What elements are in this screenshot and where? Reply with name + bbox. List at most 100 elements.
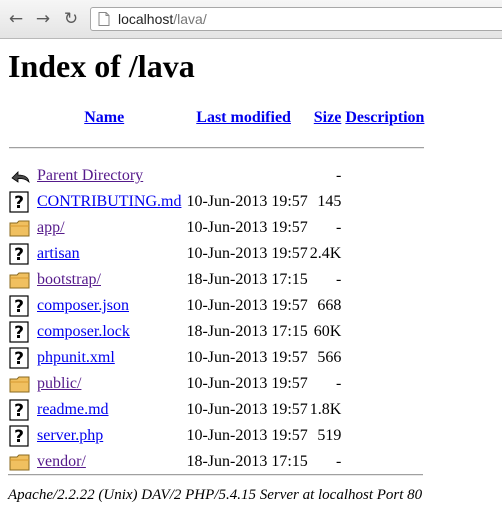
directory-listing: Name Last modified Size Description Pare… <box>8 103 425 475</box>
last-modified-cell: 18-Jun-2013 17:15 <box>186 271 308 288</box>
table-row: ? CONTRIBUTING.md 10-Jun-2013 19:57 145 <box>8 189 425 215</box>
reload-icon[interactable]: ↻ <box>61 9 81 29</box>
file-unknown-icon: ? <box>9 347 29 369</box>
folder-icon <box>9 376 30 393</box>
page-icon <box>98 12 110 26</box>
svg-text:?: ? <box>14 297 24 317</box>
header-row: Name Last modified Size Description <box>8 103 425 133</box>
description-cell <box>342 293 425 319</box>
last-modified-cell: 18-Jun-2013 17:15 <box>186 323 308 340</box>
browser-toolbar: ← → ↻ localhost/lava/ <box>0 0 502 39</box>
table-row: ? composer.lock 18-Jun-2013 17:15 60K <box>8 319 425 345</box>
size-cell: 519 <box>317 427 342 444</box>
description-cell <box>342 371 425 397</box>
file-link[interactable]: bootstrap/ <box>37 271 101 288</box>
folder-icon <box>9 272 30 289</box>
table-row: bootstrap/18-Jun-2013 17:15 - <box>8 267 425 293</box>
file-unknown-icon: ? <box>9 425 29 447</box>
size-cell: 145 <box>317 193 342 210</box>
description-cell <box>342 215 425 241</box>
table-row: ? phpunit.xml 10-Jun-2013 19:57 566 <box>8 345 425 371</box>
file-unknown-icon: ? <box>9 243 29 265</box>
url-path: /lava/ <box>173 11 207 27</box>
blank-icon-header <box>8 103 36 133</box>
description-header: Description <box>342 103 425 133</box>
size-cell: - <box>336 375 342 392</box>
file-link[interactable]: composer.lock <box>37 323 130 340</box>
size-cell: 60K <box>313 323 342 340</box>
footer-divider <box>8 474 423 476</box>
last-modified-cell: 10-Jun-2013 19:57 <box>186 245 308 262</box>
last-modified-header: Last modified <box>185 103 308 133</box>
last-modified-cell: 10-Jun-2013 19:57 <box>186 427 308 444</box>
last-modified-cell: 18-Jun-2013 17:15 <box>186 453 308 470</box>
back-arrow-icon[interactable]: ← <box>6 9 26 29</box>
svg-text:?: ? <box>14 349 24 369</box>
last-modified-sort-link[interactable]: Last modified <box>196 109 291 126</box>
name-sort-link[interactable]: Name <box>84 109 124 126</box>
file-unknown-icon: ? <box>9 295 29 317</box>
table-row: ? composer.json 10-Jun-2013 19:57 668 <box>8 293 425 319</box>
file-link[interactable]: public/ <box>37 375 81 392</box>
file-unknown-icon: ? <box>9 191 29 213</box>
svg-text:?: ? <box>14 323 24 343</box>
last-modified-cell: 10-Jun-2013 19:57 <box>186 193 308 210</box>
size-cell: 1.8K <box>309 401 342 418</box>
file-link[interactable]: app/ <box>37 219 65 236</box>
size-sort-link[interactable]: Size <box>314 109 342 126</box>
file-link[interactable]: vendor/ <box>37 453 86 470</box>
description-cell <box>342 345 425 371</box>
size-header: Size <box>309 103 343 133</box>
size-cell: - <box>336 219 342 236</box>
address-bar[interactable]: localhost/lava/ <box>90 7 502 31</box>
back-curved-arrow-icon <box>11 171 30 184</box>
file-link[interactable]: phpunit.xml <box>37 349 115 366</box>
description-cell <box>342 397 425 423</box>
description-cell <box>342 241 425 267</box>
table-row: ? artisan 10-Jun-2013 19:57 2.4K <box>8 241 425 267</box>
description-sort-link[interactable]: Description <box>345 109 424 126</box>
name-header: Name <box>36 103 185 133</box>
url-host: localhost <box>118 11 174 27</box>
folder-icon <box>9 454 30 471</box>
table-row: public/10-Jun-2013 19:57 - <box>8 371 425 397</box>
size-cell: 2.4K <box>309 245 342 262</box>
size-cell: 566 <box>317 349 342 366</box>
file-unknown-icon: ? <box>9 399 29 421</box>
last-modified-cell: 10-Jun-2013 19:57 <box>186 297 308 314</box>
parent-directory-link[interactable]: Parent Directory <box>37 167 143 184</box>
svg-text:?: ? <box>14 245 24 265</box>
svg-text:?: ? <box>14 193 24 213</box>
size-cell: - <box>336 271 342 288</box>
size-cell: - <box>336 167 342 184</box>
file-unknown-icon: ? <box>9 321 29 343</box>
folder-icon <box>9 220 30 237</box>
file-link[interactable]: composer.json <box>37 297 129 314</box>
description-cell <box>342 189 425 215</box>
file-link[interactable]: server.php <box>37 427 103 444</box>
table-row: ? readme.md 10-Jun-2013 19:57 1.8K <box>8 397 425 423</box>
forward-arrow-icon[interactable]: → <box>33 9 53 29</box>
server-signature: Apache/2.2.22 (Unix) DAV/2 PHP/5.4.15 Se… <box>8 487 423 503</box>
page-title: Index of /lava <box>8 48 195 84</box>
file-link[interactable]: CONTRIBUTING.md <box>37 193 181 210</box>
last-modified-cell: 10-Jun-2013 19:57 <box>186 219 308 236</box>
last-modified-cell: 10-Jun-2013 19:57 <box>186 401 308 418</box>
svg-text:?: ? <box>14 427 24 447</box>
description-cell <box>342 319 425 345</box>
table-row: vendor/18-Jun-2013 17:15 - <box>8 449 425 475</box>
size-cell: - <box>336 453 342 470</box>
table-row: app/10-Jun-2013 19:57 - <box>8 215 425 241</box>
description-cell <box>342 267 425 293</box>
description-cell <box>342 449 425 475</box>
description-cell <box>342 423 425 449</box>
size-cell: 668 <box>317 297 342 314</box>
header-divider <box>8 133 425 163</box>
table-row: ? server.php 10-Jun-2013 19:57 519 <box>8 423 425 449</box>
table-row: Parent Directory - <box>8 163 425 189</box>
svg-text:?: ? <box>14 401 24 421</box>
file-link[interactable]: artisan <box>37 245 80 262</box>
last-modified-cell: 10-Jun-2013 19:57 <box>186 375 308 392</box>
last-modified-cell: 10-Jun-2013 19:57 <box>186 349 308 366</box>
file-link[interactable]: readme.md <box>37 401 109 418</box>
